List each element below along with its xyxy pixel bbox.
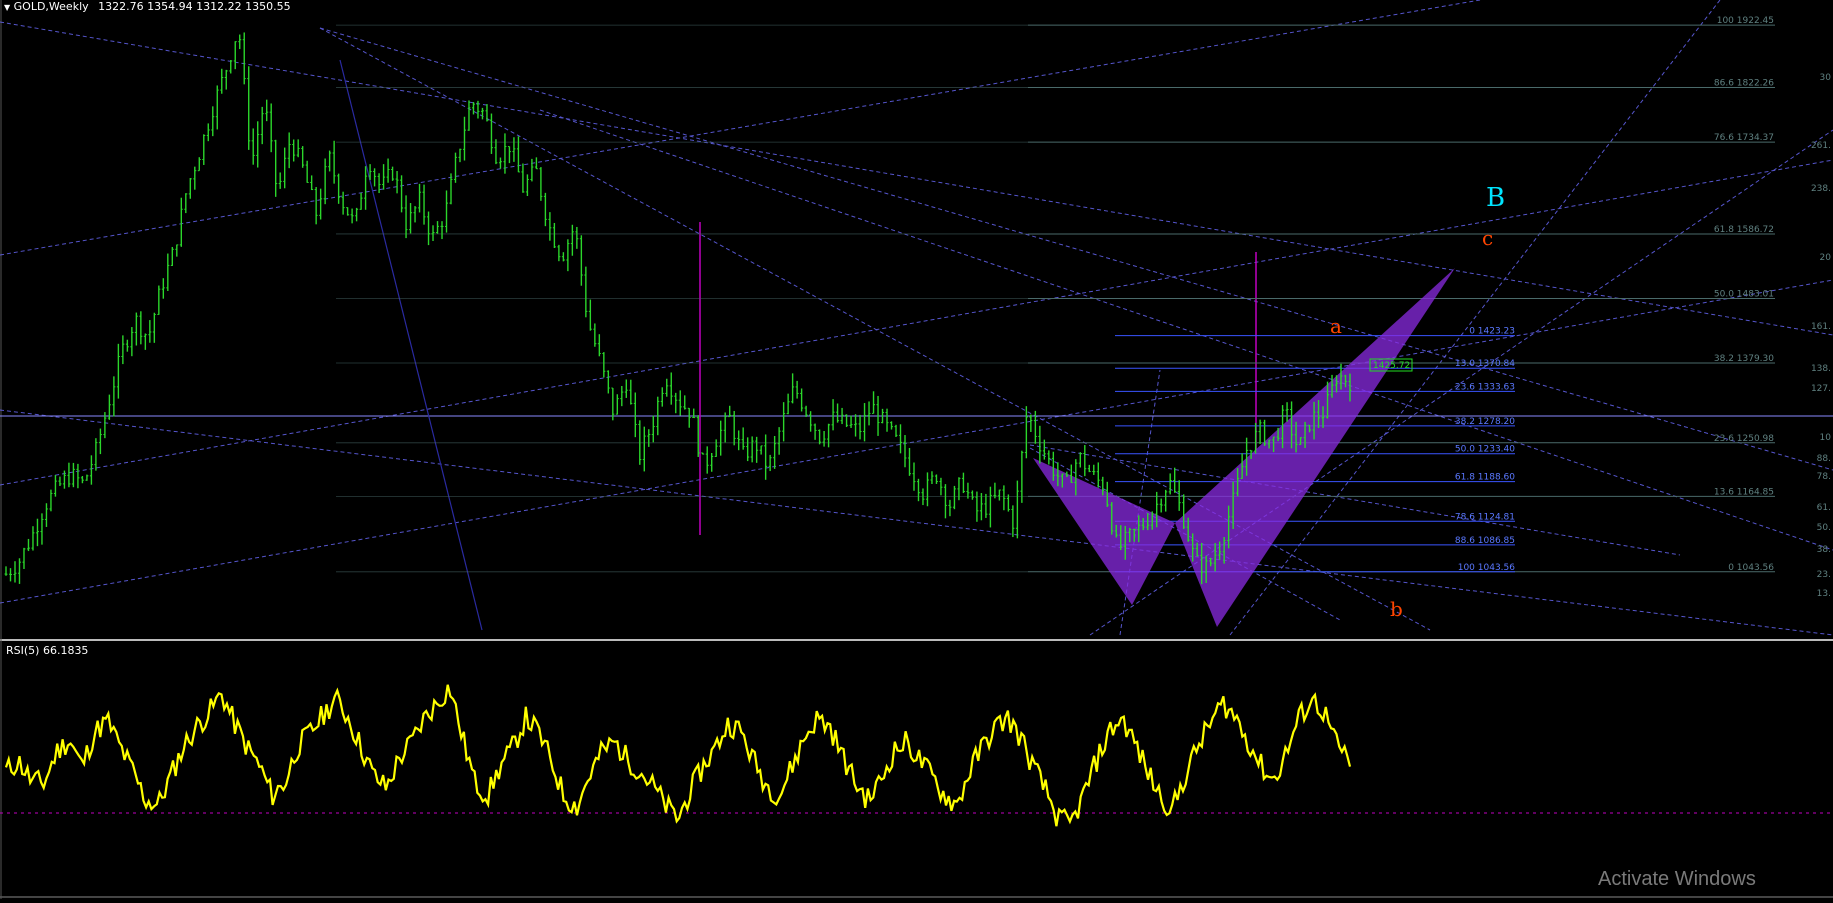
fib-edge-label: 78.: [1817, 472, 1831, 482]
fib-mid-label: 78.6 1124.81: [1455, 512, 1515, 522]
trendline-solid: [339, 59, 483, 631]
fib-edge-label: 238.: [1811, 184, 1831, 194]
fib-edge-label: 138.: [1811, 364, 1831, 374]
fib-right-label: 76.6 1734.37: [1714, 133, 1774, 143]
wave-label-B: B: [1486, 183, 1505, 213]
rsi-indicator-label: RSI(5) 66.1835: [6, 644, 89, 657]
fib-mid-label: 0 1423.23: [1469, 327, 1515, 337]
activate-windows-watermark: Activate Windows: [1598, 868, 1756, 890]
fib-edge-label: 127.: [1811, 384, 1831, 394]
collapse-icon[interactable]: ▼: [4, 3, 10, 12]
fib-edge-label: 13.: [1817, 589, 1831, 599]
fib-right-label: 23.6 1250.98: [1714, 434, 1774, 444]
fib-edge-label: 50.: [1817, 523, 1831, 533]
trendline: [0, 279, 1833, 604]
fib-mid-label: 61.8 1188.60: [1455, 473, 1515, 483]
trendlines: [0, 0, 1833, 636]
fib-edge-label: 61.: [1817, 503, 1831, 513]
fib-right-label: 0 1043.56: [1728, 563, 1774, 573]
fib-edge-label: 38.: [1817, 545, 1831, 555]
wave-label-a: a: [1330, 314, 1342, 338]
chart-header: ▼ GOLD,Weekly 1322.76 1354.94 1312.22 13…: [4, 0, 291, 13]
price-chart[interactable]: 100 1922.45 86.6 1822.26 76.6 1734.37 61.8 …: [0, 0, 1833, 899]
fib-mid-label: 38.2 1278.20: [1455, 417, 1515, 427]
trendline: [0, 0, 1481, 256]
fib-right-label: 13.6 1164.85: [1714, 487, 1774, 497]
trendline: [0, 159, 1833, 486]
chart-area[interactable]: 100 1922.45 86.6 1822.26 76.6 1734.37 61.8 …: [0, 0, 1833, 899]
candles: [4, 32, 1352, 585]
pattern-bcd: [1175, 268, 1455, 627]
ohlc-values: 1322.76 1354.94 1312.22 1350.55: [98, 0, 291, 13]
fib-mid-label: 50.0 1233.40: [1455, 445, 1515, 455]
trendline: [539, 109, 1833, 551]
wave-label-c: c: [1482, 226, 1493, 250]
fib-edge-label: 20: [1820, 253, 1832, 263]
trendline: [319, 27, 1833, 471]
fib-edge-label: 261.: [1811, 141, 1831, 151]
wave-label-b: b: [1390, 597, 1403, 621]
symbol-label: GOLD,Weekly: [13, 0, 89, 13]
price-tag: 1425.72: [1373, 361, 1410, 371]
fib-right-label: 50.0 1483.01: [1714, 289, 1774, 299]
fib-edge-label: 23.: [1817, 570, 1831, 580]
fib-mid-label: 23.6 1333.63: [1455, 382, 1515, 392]
trendline: [0, 409, 1833, 636]
trendline: [0, 21, 1833, 336]
fib-edge-label: 30: [1820, 73, 1832, 83]
fib-edge-label: 161.: [1811, 322, 1831, 332]
fib-edge-label: 88.: [1817, 454, 1831, 464]
fib-right-label: 100 1922.45: [1717, 16, 1774, 26]
fib-right-label: 38.2 1379.30: [1714, 354, 1774, 364]
fib-mid-label: 100 1043.56: [1458, 563, 1516, 573]
rsi-line: [4, 684, 1352, 827]
fib-mid-label: 13.0 1370.84: [1455, 359, 1515, 369]
fib-right-label: 61.8 1586.72: [1714, 225, 1774, 235]
fib-right-label: 86.6 1822.26: [1714, 78, 1774, 88]
fib-mid-label: 88.6 1086.85: [1455, 536, 1515, 546]
fib-edge-label: 10: [1820, 433, 1832, 443]
